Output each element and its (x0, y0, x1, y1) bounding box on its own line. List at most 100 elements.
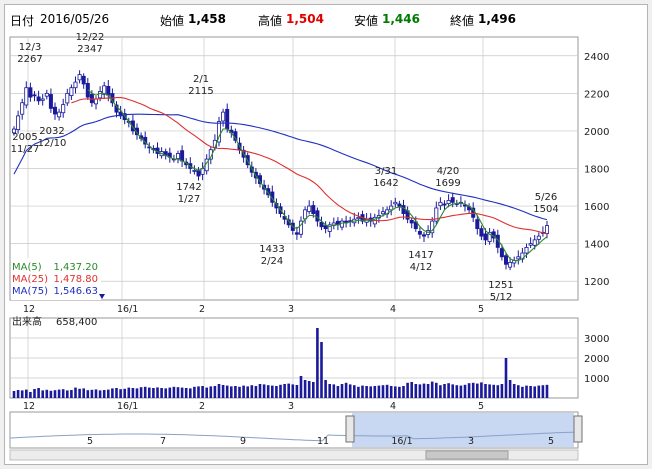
volume-bar (250, 385, 254, 398)
volume-bar (422, 383, 426, 398)
volume-bar (201, 386, 204, 398)
volume-bar (517, 385, 520, 398)
volume-bar (307, 381, 311, 398)
volume-bar (312, 382, 315, 398)
volume-bar (357, 386, 360, 398)
candle-body (421, 234, 426, 237)
volume-bar (471, 382, 475, 398)
volume-bar (381, 385, 385, 398)
navigator-tick: 9 (240, 436, 246, 447)
volume-bar (406, 382, 409, 398)
volume-bar (33, 389, 36, 398)
ma-legend-value: 1,478.80 (53, 274, 98, 285)
candle-body (225, 108, 230, 130)
volume-bar (258, 384, 262, 398)
volume-bar (361, 385, 364, 398)
candle-body (508, 262, 513, 268)
volume-bar (488, 384, 491, 398)
price-annotation-value: 1504 (533, 204, 558, 215)
volume-bar (480, 382, 483, 398)
volume-bar (496, 385, 500, 398)
candle-body (61, 104, 66, 114)
candle-body (192, 169, 197, 172)
volume-bar (328, 384, 331, 398)
price-annotation-value: 1642 (373, 178, 398, 189)
x-tick-label: 5 (478, 304, 484, 315)
volume-bar (37, 388, 40, 398)
ma-legend-name: MA(75) (12, 286, 48, 297)
volume-bar (426, 384, 430, 398)
volume-bar (94, 389, 98, 398)
candle-body (532, 239, 537, 246)
candle-body (450, 197, 455, 203)
y-tick-label: 2200 (584, 89, 609, 100)
volume-bar (172, 386, 176, 398)
volume-bar (184, 388, 188, 398)
volume-bar (418, 384, 422, 398)
volume-bar (476, 383, 479, 398)
price-annotation-date: 1/27 (178, 194, 200, 205)
navigator-tick: 11 (317, 436, 329, 447)
volume-bar (66, 390, 69, 398)
volume-tick-label: 3000 (584, 334, 609, 345)
volume-label: 出来高 (12, 315, 42, 328)
candle-body (40, 98, 45, 101)
volume-bar (504, 358, 508, 398)
candle-body (323, 225, 328, 230)
volume-bar (16, 390, 20, 398)
volume-bar (463, 384, 467, 398)
candle-body (57, 111, 62, 118)
price-annotation-date: 2/24 (261, 256, 283, 267)
x-tick-label: 12 (23, 304, 35, 315)
volume-bar (29, 392, 32, 398)
navigator-handle[interactable] (345, 415, 355, 443)
navigator-selection (352, 413, 574, 447)
candle-body (32, 94, 37, 97)
price-annotation-value: 1417 (408, 250, 433, 261)
candle-body (106, 86, 111, 96)
volume-bar (389, 386, 393, 398)
volume-bar (98, 390, 102, 398)
candle-body (389, 205, 394, 211)
volume-bar (213, 386, 217, 398)
x-tick-label: 3 (288, 304, 294, 315)
volume-bar (57, 389, 61, 398)
y-tick-label: 2400 (584, 52, 609, 63)
price-annotation-date: 5/26 (535, 192, 557, 203)
volume-bar (385, 384, 389, 398)
x-tick-label: 4 (390, 304, 396, 315)
volume-bar (234, 386, 237, 398)
volume-bar (492, 384, 495, 398)
volume-bar (279, 384, 282, 398)
candle-body (475, 219, 480, 230)
candle-body (319, 221, 324, 228)
volume-bar (49, 390, 53, 398)
price-annotation-value: 1251 (488, 280, 513, 291)
volume-bar (545, 384, 549, 398)
candle-body (409, 219, 414, 224)
volume-bar (291, 384, 295, 398)
price-annotation-value: 2115 (188, 86, 213, 97)
price-annotation-value: 2267 (17, 54, 42, 65)
volume-bar (217, 384, 221, 398)
volume-bar (164, 388, 167, 398)
volume-bar (512, 384, 516, 398)
volume-bar (287, 383, 290, 398)
candle-body (77, 74, 82, 81)
volume-bar (197, 386, 200, 398)
price-annotation-value: 1433 (259, 244, 284, 255)
volume-bar (414, 384, 418, 398)
candle-body (503, 255, 508, 265)
candle-body (16, 115, 21, 131)
volume-bar (168, 387, 172, 398)
volume-x-tick-label: 4 (390, 401, 396, 412)
price-annotation-date: 2/1 (193, 74, 209, 85)
volume-x-tick-label: 5 (478, 401, 484, 412)
navigator-scroll-thumb[interactable] (425, 450, 509, 460)
volume-bar (430, 381, 434, 398)
price-annotation-value: 1742 (176, 182, 201, 193)
volume-bar (340, 384, 344, 398)
navigator-handle[interactable] (573, 415, 583, 443)
volume-bar (225, 385, 229, 398)
volume-bar (283, 384, 286, 398)
